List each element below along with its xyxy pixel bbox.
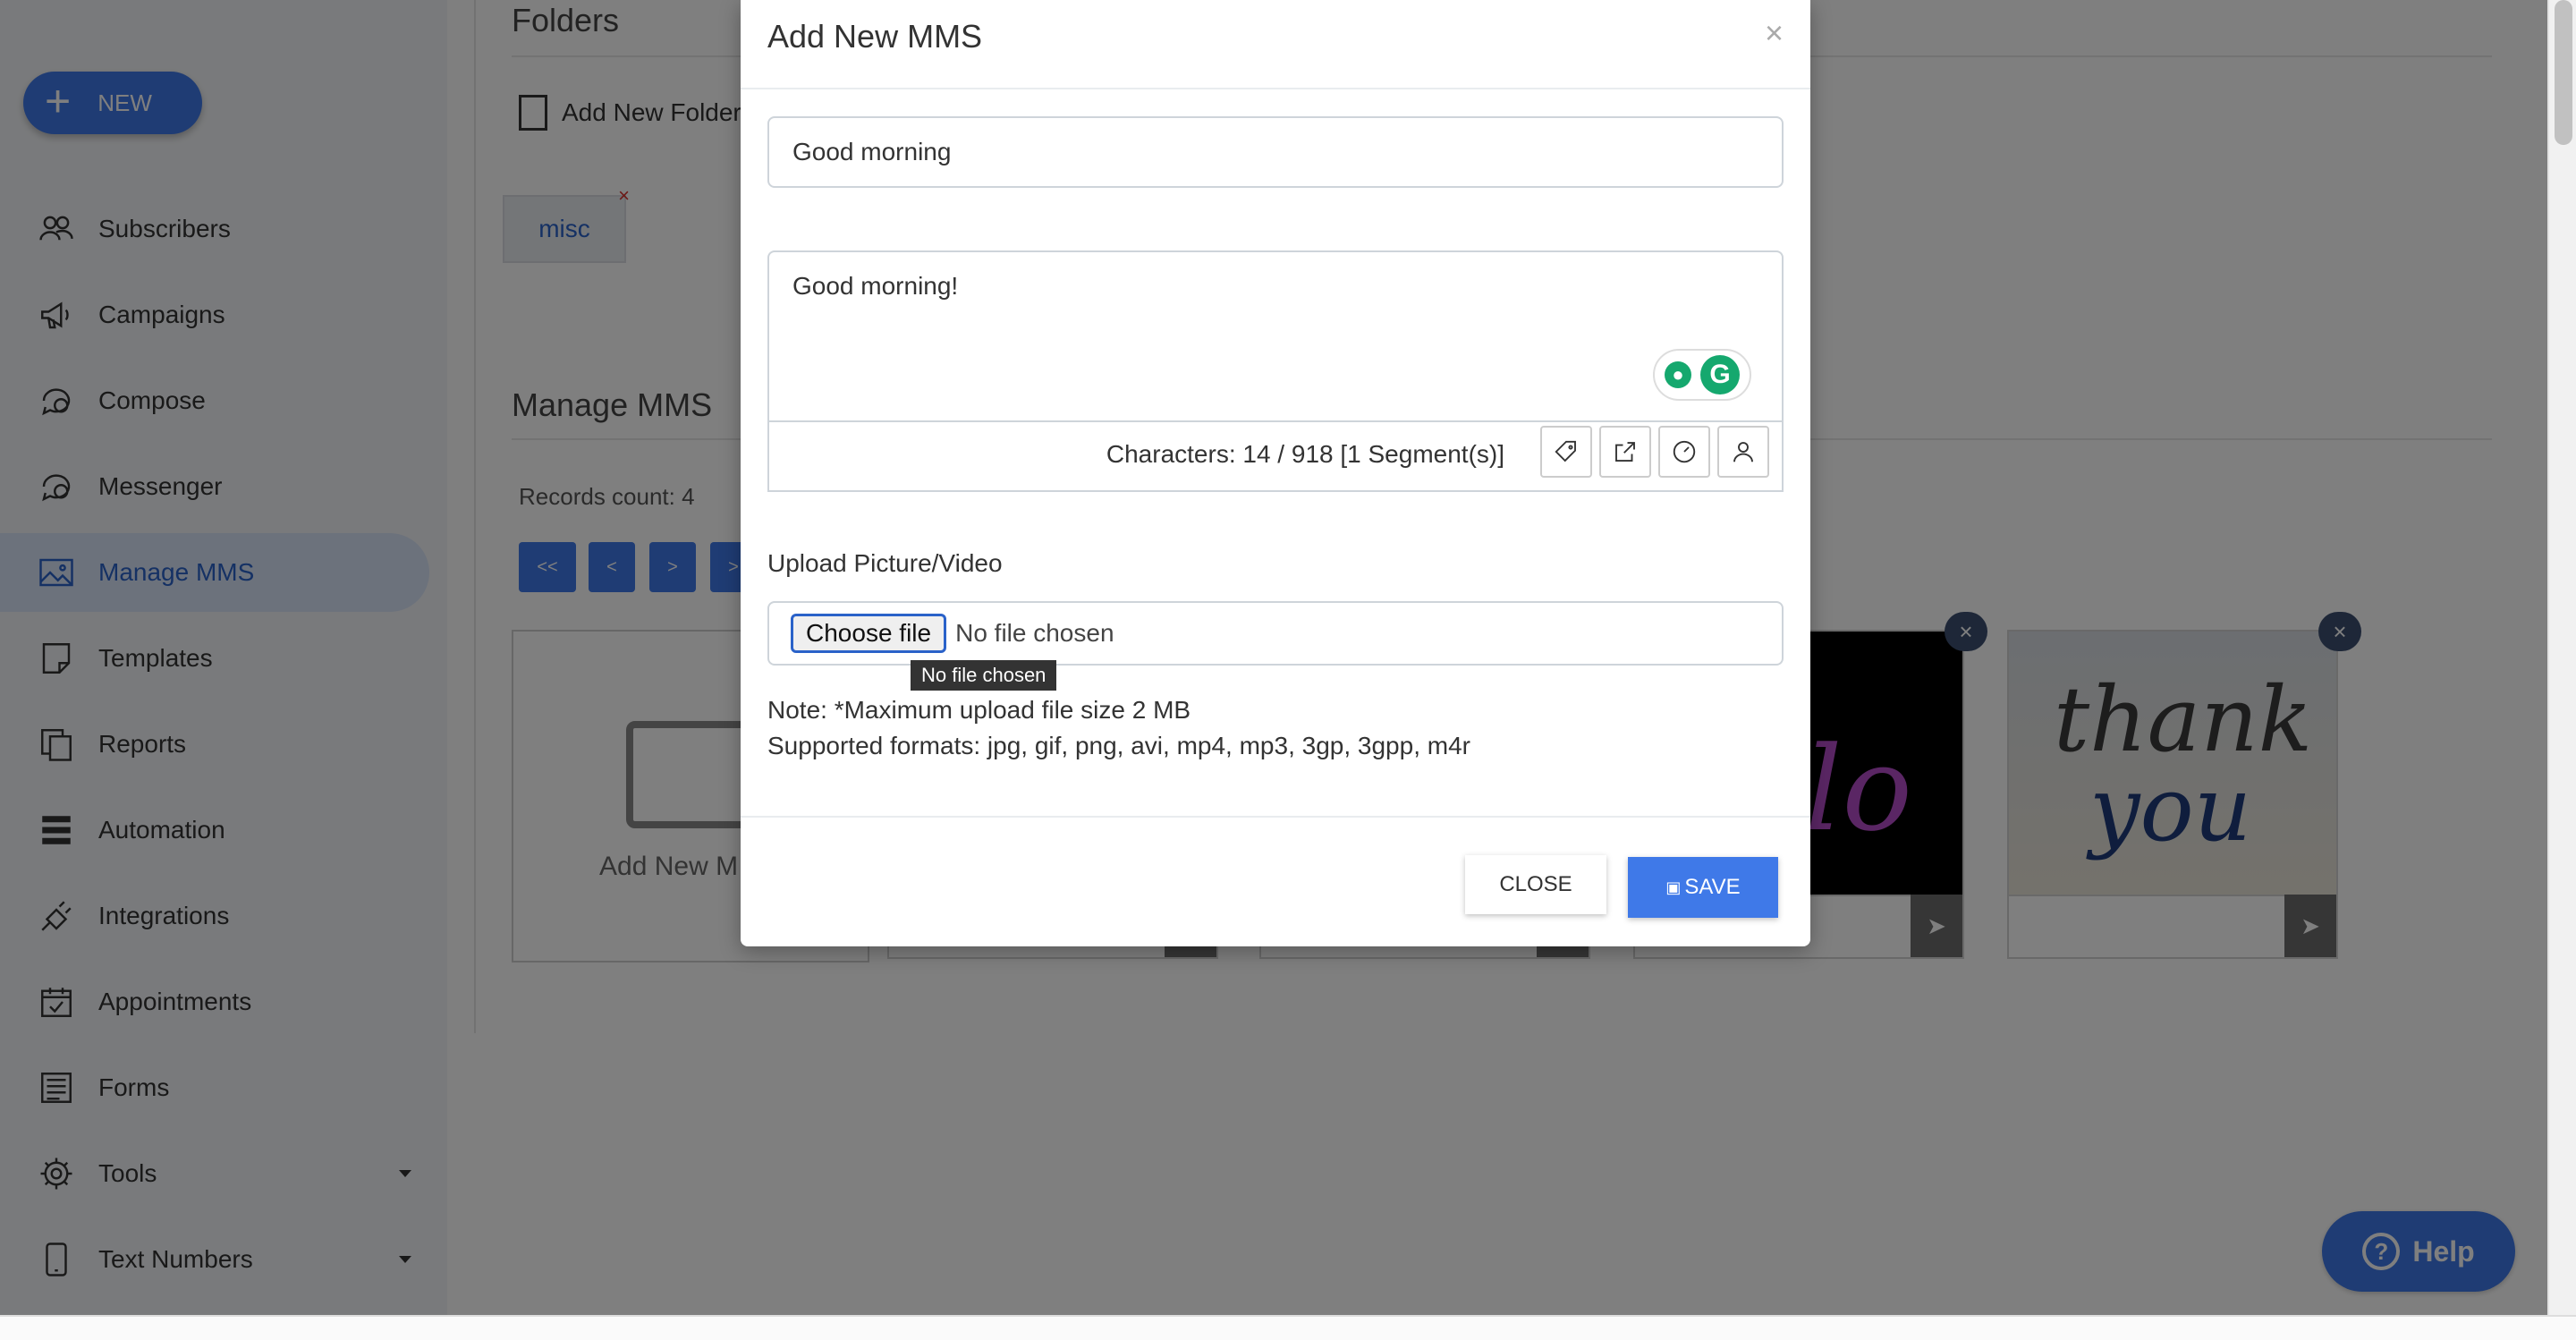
close-button[interactable]: CLOSE: [1465, 855, 1606, 914]
tag-button[interactable]: [1540, 426, 1592, 478]
upload-note: Note: *Maximum upload file size 2 MB: [767, 696, 1191, 724]
external-link-icon: [1615, 442, 1635, 462]
file-upload-field[interactable]: Choose file No file chosen: [767, 601, 1784, 666]
mms-message-textarea[interactable]: Good morning! ● G: [767, 250, 1784, 422]
scrollbar-thumb[interactable]: [2555, 0, 2572, 145]
tag-icon: [1555, 440, 1576, 462]
clock-button[interactable]: [1658, 426, 1710, 478]
message-toolbar: Characters: 14 / 918 [1 Segment(s)]: [767, 419, 1784, 492]
grammarly-icon[interactable]: G: [1700, 355, 1740, 394]
external-link-button[interactable]: [1599, 426, 1651, 478]
save-label: SAVE: [1684, 875, 1741, 899]
supported-formats: Supported formats: jpg, gif, png, avi, m…: [767, 732, 1470, 759]
upload-label: Upload Picture/Video: [767, 549, 1003, 577]
save-button[interactable]: ▣ SAVE: [1628, 857, 1778, 918]
bulb-icon[interactable]: ●: [1665, 361, 1691, 388]
close-icon[interactable]: ×: [1765, 14, 1784, 52]
modal-header-divider: [741, 88, 1810, 89]
mms-title-input[interactable]: Good morning: [767, 116, 1784, 188]
modal-title: Add New MMS: [767, 18, 983, 55]
add-new-mms-modal: Add New MMS × Good morning Good morning!…: [741, 0, 1810, 946]
character-counter: Characters: 14 / 918 [1 Segment(s)]: [1106, 440, 1504, 468]
gauge-icon: [1673, 440, 1696, 463]
grammarly-widget[interactable]: ● G: [1653, 349, 1751, 401]
choose-file-button[interactable]: Choose file: [791, 614, 947, 653]
no-file-text: No file chosen: [955, 619, 1114, 647]
message-text: Good morning!: [792, 272, 959, 300]
scrollbar[interactable]: [2547, 0, 2576, 1315]
save-icon: ▣: [1665, 878, 1682, 896]
bottom-strip: [0, 1315, 2576, 1340]
contact-button[interactable]: [1717, 426, 1769, 478]
user-icon: [1733, 442, 1753, 462]
modal-footer-divider: [741, 816, 1810, 818]
file-tooltip: No file chosen: [911, 660, 1057, 691]
